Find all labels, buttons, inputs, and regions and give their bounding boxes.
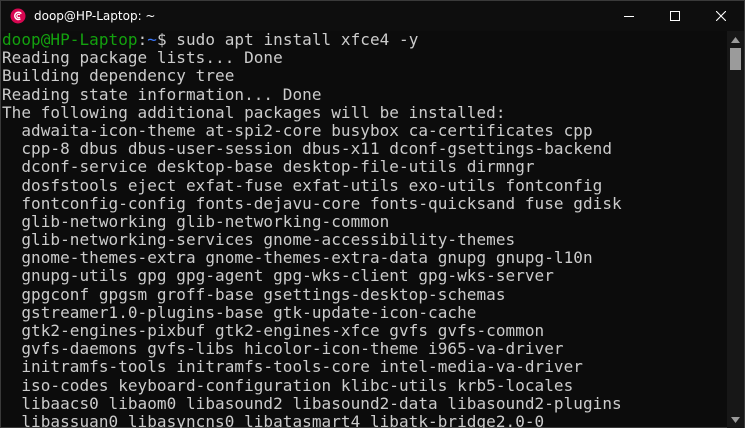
output-line: cpp-8 dbus dbus-user-session dbus-x11 dc…	[2, 139, 613, 159]
output-line: gpgconf gpgsm groff-base gsettings-deskt…	[2, 284, 506, 304]
terminal-output-area[interactable]: doop@HP-Laptop:~$ sudo apt install xfce4…	[2, 31, 727, 428]
window-title: doop@HP-Laptop: ~	[34, 9, 156, 23]
output-line: gstreamer1.0-plugins-base gtk-update-ico…	[2, 302, 477, 322]
output-line: gnome-themes-extra gnome-themes-extra-da…	[2, 248, 593, 268]
output-line: libaacs0 libaom0 libasound2 libasound2-d…	[2, 393, 622, 413]
maximize-button[interactable]	[652, 1, 698, 31]
prompt-separator: :	[137, 31, 148, 49]
scroll-down-button[interactable]	[727, 411, 744, 428]
output-line: libassuan0 libasyncns0 libatasmart4 liba…	[2, 411, 545, 428]
output-line: fontconfig-config fonts-dejavu-core font…	[2, 193, 622, 213]
output-line: initramfs-tools initramfs-tools-core int…	[2, 357, 583, 377]
output-line: Reading state information... Done	[2, 84, 322, 104]
output-line: gtk2-engines-pixbuf gtk2-engines-xfce gv…	[2, 321, 545, 340]
close-icon	[716, 11, 726, 21]
output-line: adwaita-icon-theme at-spi2-core busybox …	[2, 120, 593, 140]
scroll-up-button[interactable]	[727, 31, 744, 48]
output-line: gvfs-daemons gvfs-libs hicolor-icon-them…	[2, 339, 564, 359]
debian-swirl-icon[interactable]	[10, 8, 26, 24]
minimize-button[interactable]	[606, 1, 652, 31]
title-bar[interactable]: doop@HP-Laptop: ~	[1, 1, 744, 31]
close-button[interactable]	[698, 1, 744, 31]
minimize-icon	[624, 16, 634, 17]
maximize-icon	[670, 11, 680, 21]
scroll-up-arrow-icon	[731, 36, 740, 43]
output-line: Reading package lists... Done	[2, 48, 283, 68]
scrollbar-thumb[interactable]	[730, 48, 741, 70]
command-line: doop@HP-Laptop:~$ sudo apt install xfce4…	[2, 31, 727, 49]
command-text: sudo apt install xfce4 -y	[166, 31, 419, 49]
output-line: dconf-service desktop-base desktop-file-…	[2, 157, 535, 177]
output-line: gnupg-utils gpg gpg-agent gpg-wks-client…	[2, 266, 554, 286]
output-line: dosfstools eject exfat-fuse exfat-utils …	[2, 175, 603, 195]
window-controls	[606, 1, 744, 31]
output-line: iso-codes keyboard-configuration klibc-u…	[2, 375, 574, 395]
output-line: glib-networking-services gnome-accessibi…	[2, 230, 516, 250]
terminal-window: doop@HP-Laptop: ~ doop@HP-Laptop:~$ sudo…	[0, 0, 745, 428]
output-line: Building dependency tree	[2, 66, 235, 86]
scroll-down-arrow-icon	[731, 416, 740, 423]
output-line: glib-networking glib-networking-common	[2, 211, 390, 231]
output-line: The following additional packages will b…	[2, 102, 506, 122]
prompt-symbol: $	[156, 31, 167, 49]
prompt-user: doop@HP-Laptop	[2, 31, 138, 49]
prompt-path: ~	[147, 31, 157, 49]
vertical-scrollbar[interactable]	[727, 31, 744, 428]
